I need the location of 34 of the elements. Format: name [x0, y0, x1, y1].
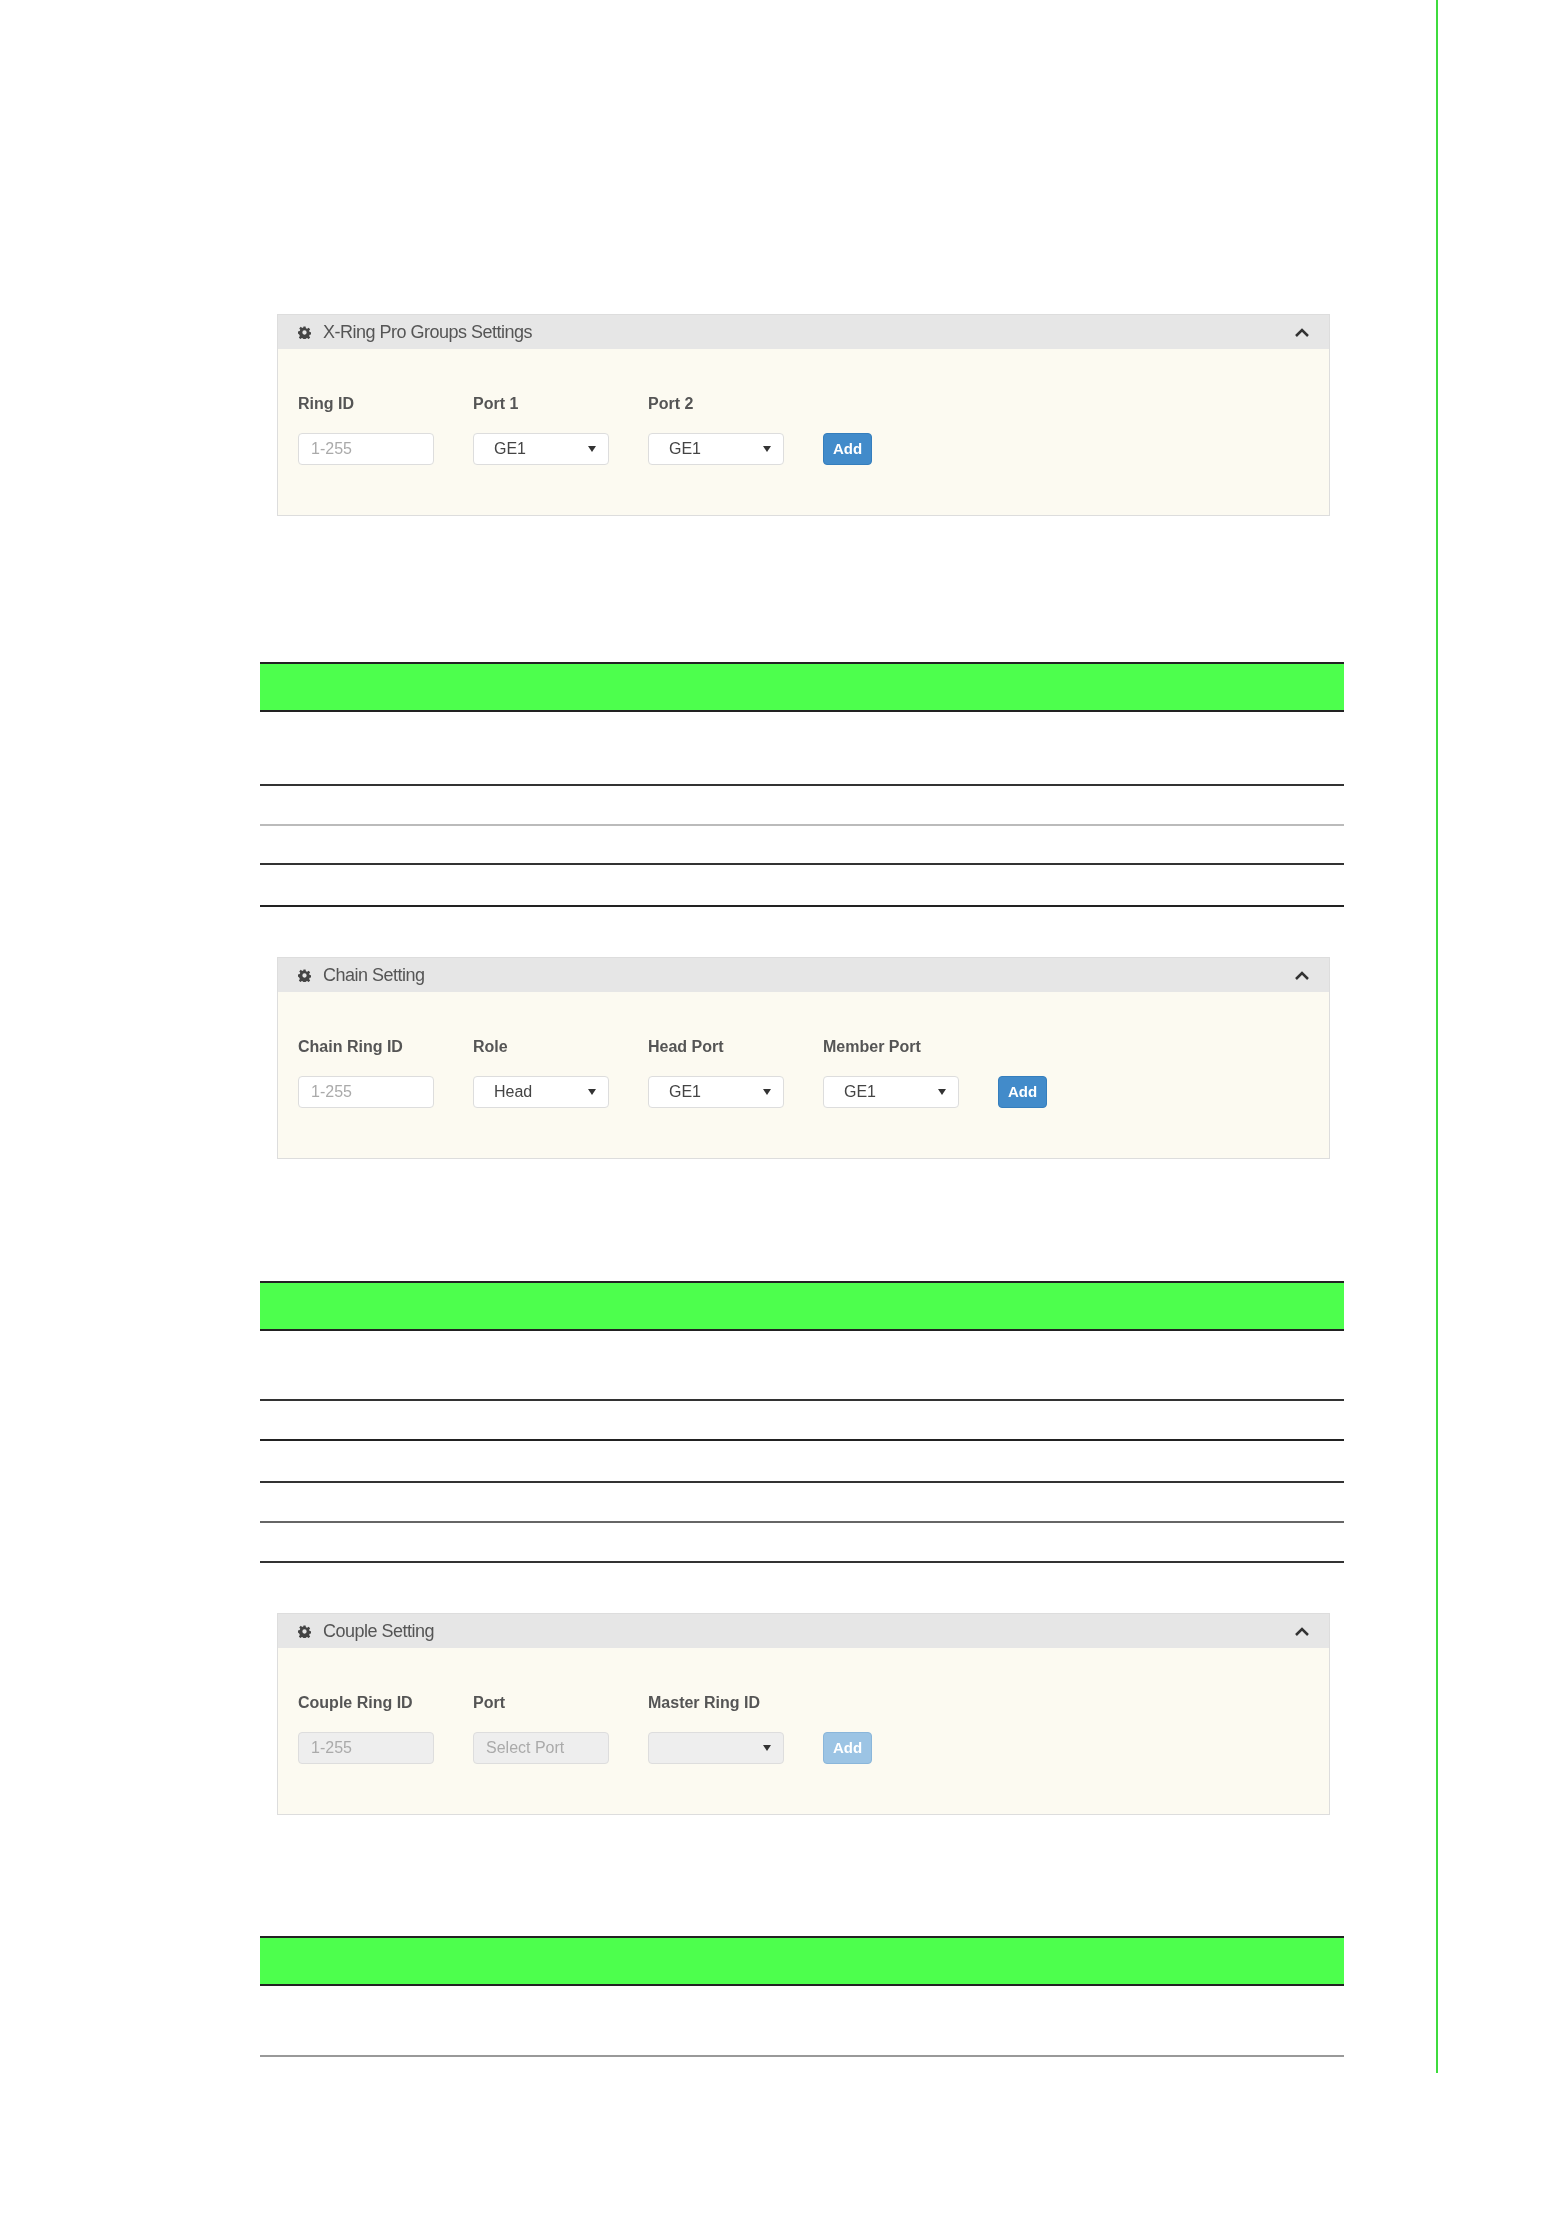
chevron-up-icon[interactable] [1295, 970, 1309, 980]
field-label: Port [473, 1694, 506, 1712]
field-label: Chain Ring ID [298, 1038, 404, 1056]
dropdown-arrow-icon [588, 446, 596, 452]
chevron-up-icon[interactable] [1295, 327, 1309, 337]
select-field[interactable]: Head [473, 1076, 609, 1108]
gear-icon [298, 968, 311, 982]
dropdown-arrow-icon [763, 1089, 771, 1095]
add-button[interactable]: Add [998, 1076, 1048, 1108]
field-label: Couple Ring ID [298, 1694, 414, 1712]
select-field[interactable]: GE1 [823, 1076, 959, 1108]
gear-icon [298, 325, 311, 339]
dropdown-arrow-icon [763, 446, 771, 452]
panel-title: X-Ring Pro Groups Settings [323, 320, 533, 344]
select-field[interactable]: GE1 [473, 433, 609, 465]
field-label: Member Port [823, 1038, 922, 1056]
field-label: Port 1 [473, 395, 520, 413]
text-field[interactable]: 1-255 [298, 433, 434, 465]
select-field[interactable]: GE1 [648, 433, 784, 465]
chevron-up-icon[interactable] [1295, 1626, 1309, 1636]
dropdown-arrow-icon [763, 1745, 771, 1751]
gear-icon [298, 1624, 311, 1638]
field-label: Head Port [648, 1038, 725, 1056]
panel-title: Couple Setting [323, 1619, 435, 1643]
field-label: Port 2 [648, 395, 695, 413]
dropdown-arrow-icon [588, 1089, 596, 1095]
select-field[interactable]: GE1 [648, 1076, 784, 1108]
dropdown-arrow-icon [938, 1089, 946, 1095]
panel-title: Chain Setting [323, 963, 425, 987]
field-label: Role [473, 1038, 509, 1056]
add-button[interactable]: Add [823, 433, 873, 465]
field-label: Ring ID [298, 395, 355, 413]
text-field[interactable]: 1-255 [298, 1076, 434, 1108]
field-label: Master Ring ID [648, 1694, 761, 1712]
